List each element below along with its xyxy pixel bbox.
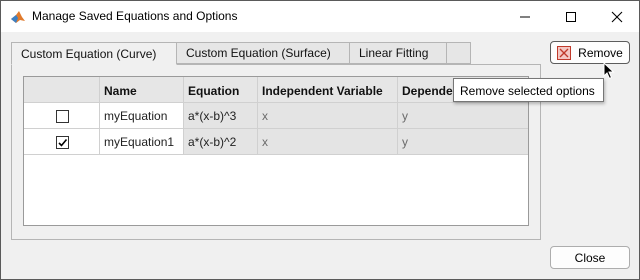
tab-label: Linear Fitting bbox=[359, 46, 429, 60]
table-cell-name[interactable]: myEquation bbox=[100, 103, 184, 129]
matlab-icon bbox=[11, 11, 25, 23]
table-cell-equation[interactable]: a*(x-b)^3 bbox=[184, 103, 258, 129]
table-row-checkbox-cell[interactable] bbox=[24, 129, 100, 155]
tab-custom-equation-surface[interactable]: Custom Equation (Surface) bbox=[176, 42, 350, 64]
table-cell-independent[interactable]: x bbox=[258, 103, 398, 129]
title-bar: Manage Saved Equations and Options bbox=[1, 1, 639, 32]
minimize-icon bbox=[520, 16, 530, 17]
tab-label: Custom Equation (Surface) bbox=[186, 46, 331, 60]
maximize-icon bbox=[566, 11, 576, 22]
remove-icon bbox=[557, 45, 572, 60]
table-row-checkbox-cell[interactable] bbox=[24, 103, 100, 129]
table-cell-dependent[interactable]: y bbox=[398, 103, 528, 129]
tab-strip-filler bbox=[446, 42, 471, 64]
close-icon bbox=[611, 11, 623, 22]
column-header-name[interactable]: Name bbox=[100, 77, 184, 103]
column-header-equation[interactable]: Equation bbox=[184, 77, 258, 103]
table-cell-name[interactable]: myEquation1 bbox=[100, 129, 184, 155]
row-checkbox[interactable] bbox=[56, 110, 69, 123]
close-window-button[interactable] bbox=[594, 1, 639, 32]
dialog-window: Manage Saved Equations and Options Custo… bbox=[0, 0, 640, 280]
tab-linear-fitting[interactable]: Linear Fitting bbox=[349, 42, 447, 64]
column-header-select[interactable] bbox=[24, 77, 100, 103]
close-button-label: Close bbox=[574, 250, 606, 265]
remove-button[interactable]: Remove bbox=[550, 41, 630, 64]
minimize-button[interactable] bbox=[502, 1, 548, 32]
tab-label: Custom Equation (Curve) bbox=[21, 46, 157, 61]
table-cell-dependent[interactable]: y bbox=[398, 129, 528, 155]
close-button[interactable]: Close bbox=[550, 246, 630, 269]
row-checkbox-checked[interactable] bbox=[56, 136, 69, 149]
remove-button-label: Remove bbox=[578, 45, 623, 60]
table-cell-independent[interactable]: x bbox=[258, 129, 398, 155]
table-cell-equation[interactable]: a*(x-b)^2 bbox=[184, 129, 258, 155]
column-header-independent-variable[interactable]: Independent Variable bbox=[258, 77, 398, 103]
maximize-button[interactable] bbox=[548, 1, 594, 32]
tab-custom-equation-curve[interactable]: Custom Equation (Curve) bbox=[11, 42, 177, 65]
remove-tooltip: Remove selected options bbox=[453, 78, 604, 102]
checkmark-icon bbox=[58, 138, 68, 147]
window-title: Manage Saved Equations and Options bbox=[32, 9, 238, 23]
mouse-cursor-icon bbox=[603, 62, 615, 80]
